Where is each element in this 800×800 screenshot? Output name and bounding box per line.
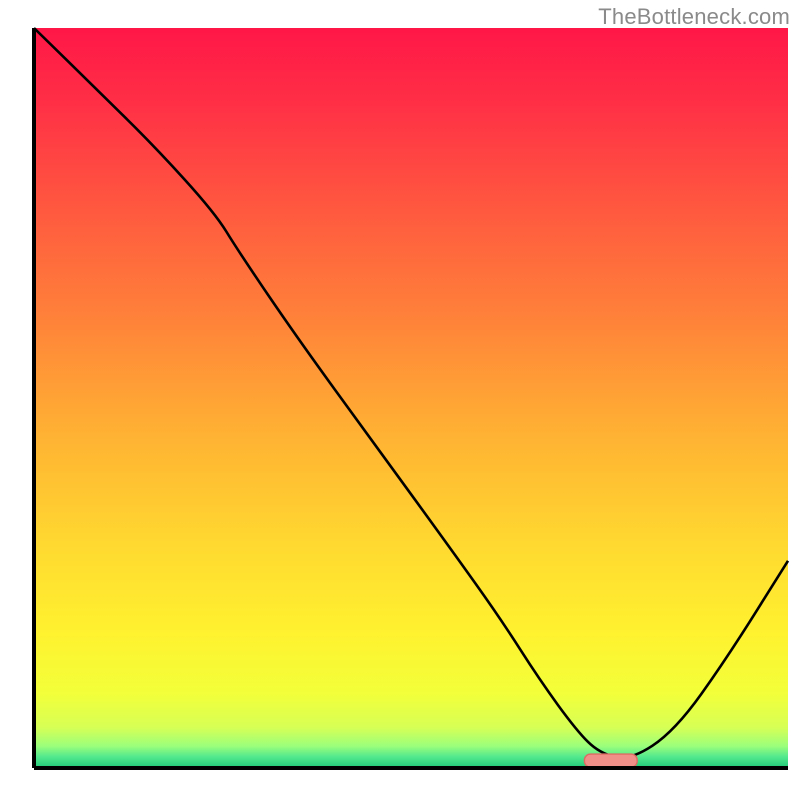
bottleneck-chart (0, 0, 800, 800)
chart-container: TheBottleneck.com (0, 0, 800, 800)
optimum-marker (584, 754, 637, 767)
